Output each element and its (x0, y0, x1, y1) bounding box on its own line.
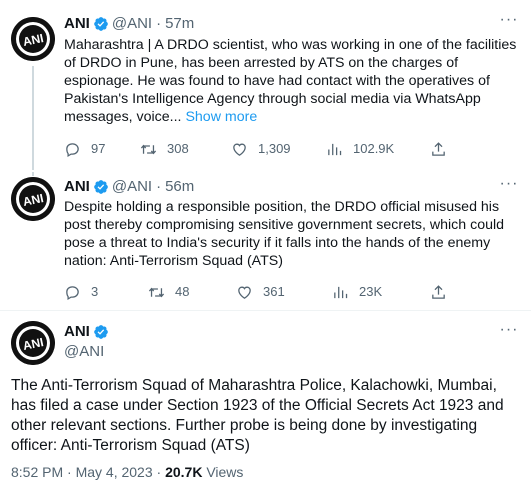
ani-avatar[interactable]: ANI (11, 177, 55, 221)
like-button[interactable]: 1,309 (231, 139, 291, 159)
more-options-icon[interactable]: ··· (499, 176, 519, 196)
views-chart-icon (328, 143, 342, 155)
author-handle[interactable]: @ANI (64, 342, 112, 362)
reply-button[interactable]: 97 (64, 139, 105, 159)
tweet-timestamp[interactable]: 8:52 PM · May 4, 2023 · (11, 464, 165, 480)
heart-icon (233, 143, 246, 156)
main-tweet-text: The Anti-Terrorism Squad of Maharashtra … (11, 377, 504, 454)
retweet-icon (148, 287, 165, 297)
main-tweet-header: ANI @ANI (64, 322, 112, 362)
author-handle[interactable]: @ANI (112, 178, 152, 196)
reply-icon (66, 285, 79, 300)
tweet-1[interactable]: ANI ANI @ANI · 57m ··· Maharashtra | A D… (0, 0, 531, 172)
ani-logo-icon: ANI (11, 177, 55, 221)
tweet-header: ANI @ANI · 56m (64, 178, 194, 196)
views-button[interactable]: 102.9K (326, 139, 394, 159)
tweet-header: ANI @ANI · 57m (64, 15, 194, 33)
ani-logo-icon: ANI (11, 321, 55, 365)
like-button[interactable]: 361 (236, 282, 285, 302)
tweet-actions: 97 308 1,309 102.9K (64, 139, 464, 159)
tweet-meta: 8:52 PM · May 4, 2023 · 20.7K Views (11, 464, 243, 480)
more-options-icon[interactable]: ··· (499, 12, 519, 32)
tweet-time[interactable]: 57m (165, 15, 194, 33)
separator-dot: · (156, 178, 162, 195)
heart-icon (238, 286, 251, 299)
author-name[interactable]: ANI (64, 178, 90, 196)
tweet-2[interactable]: ANI ANI @ANI · 56m ··· Despite holding a… (0, 172, 531, 310)
thread-line (32, 66, 34, 170)
share-icon (432, 141, 445, 156)
reply-icon (66, 142, 79, 157)
views-label: Views (202, 464, 244, 480)
author-name[interactable]: ANI (64, 15, 90, 33)
retweet-button[interactable]: 308 (140, 139, 189, 159)
thread-line (32, 172, 34, 176)
more-options-icon[interactable]: ··· (499, 322, 519, 342)
share-button[interactable] (430, 139, 457, 159)
tweet-actions: 3 48 361 23K (64, 282, 464, 302)
tweet-text: Maharashtra | A DRDO scientist, who was … (64, 36, 522, 126)
separator-dot: · (156, 15, 162, 32)
retweet-icon (140, 144, 157, 154)
views-count: 23K (359, 284, 383, 299)
views-button[interactable]: 23K (332, 282, 382, 302)
tweet-body: Despite holding a responsible position, … (64, 199, 505, 269)
reply-button[interactable]: 3 (64, 282, 98, 302)
author-row: ANI (64, 322, 112, 342)
author-name[interactable]: ANI (64, 322, 90, 342)
ani-avatar[interactable]: ANI (11, 17, 55, 61)
views-chart-icon (334, 286, 348, 298)
verified-badge-icon (93, 16, 109, 32)
share-icon (432, 284, 445, 299)
retweet-button[interactable]: 48 (148, 282, 189, 302)
reply-count: 3 (91, 284, 99, 299)
like-count: 1,309 (258, 141, 291, 156)
tweet-time[interactable]: 56m (165, 178, 194, 196)
retweet-count: 48 (175, 284, 190, 299)
views-count: 102.9K (353, 141, 395, 156)
tweet-body: Maharashtra | A DRDO scientist, who was … (64, 37, 517, 125)
ani-avatar[interactable]: ANI (11, 321, 55, 365)
verified-badge-icon (93, 179, 109, 195)
ani-logo-icon: ANI (11, 17, 55, 61)
tweet-text: Despite holding a responsible position, … (64, 198, 522, 270)
main-tweet: ANI ANI @ANI ··· The Anti-Terrorism Squa… (0, 310, 531, 494)
views-count[interactable]: 20.7K (165, 464, 202, 480)
share-button[interactable] (430, 282, 457, 302)
author-handle[interactable]: @ANI (112, 15, 152, 33)
reply-count: 97 (91, 141, 106, 156)
show-more-link[interactable]: Show more (185, 109, 257, 125)
verified-badge-icon (93, 324, 109, 340)
like-count: 361 (263, 284, 285, 299)
retweet-count: 308 (167, 141, 189, 156)
